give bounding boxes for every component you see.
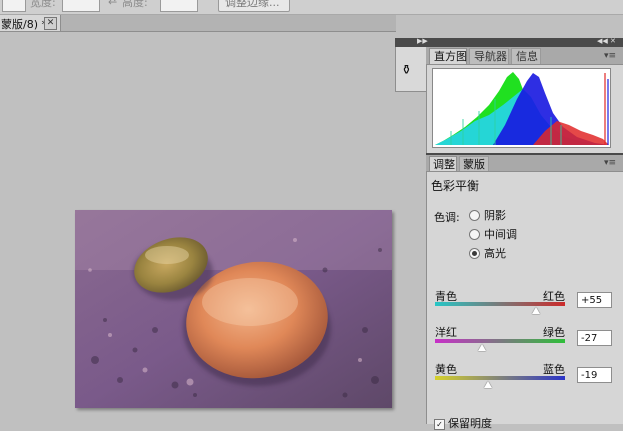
height-field[interactable]: [160, 0, 198, 12]
slider-yellow-blue-thumb[interactable]: [483, 381, 492, 388]
radio-shadows[interactable]: [469, 210, 480, 221]
preserve-luminosity-checkbox[interactable]: ✓: [434, 419, 445, 430]
slider-green-label: 绿色: [543, 326, 565, 339]
panel-menu-icon[interactable]: ▾≡: [604, 158, 616, 168]
slider-cyan-red-thumb[interactable]: [531, 307, 540, 314]
slider-magenta-label: 洋红: [435, 326, 457, 339]
tab-navigator[interactable]: 导航器: [469, 48, 509, 64]
radio-highlights-label: 高光: [484, 247, 506, 260]
radio-midtones-label: 中间调: [484, 228, 517, 241]
slider-yellow-blue-track[interactable]: [435, 376, 565, 380]
tab-adjustments[interactable]: 调整: [429, 156, 457, 171]
radio-highlights[interactable]: [469, 248, 480, 259]
canvas-image: [75, 210, 392, 408]
slider-magenta-green-track[interactable]: [435, 339, 565, 343]
tab-masks[interactable]: 蒙版: [459, 156, 489, 171]
double-arrow-left-icon[interactable]: ◀◀ ✕: [597, 37, 616, 45]
width-field-prefix[interactable]: [2, 0, 26, 12]
slider-yellow-blue-value[interactable]: -19: [577, 367, 612, 383]
tab-info[interactable]: 信息: [511, 48, 541, 64]
width-field[interactable]: [62, 0, 100, 12]
radio-shadows-label: 阴影: [484, 209, 506, 222]
slider-blue-label: 蓝色: [543, 363, 565, 376]
slider-cyan-red-track[interactable]: [435, 302, 565, 306]
document-tab-title: 蒙版/8) *: [1, 18, 47, 31]
options-bar: 宽度: ⇄ 高度: 调整边缘...: [0, 0, 623, 15]
adjustment-title: 色彩平衡: [431, 179, 480, 193]
swap-icon[interactable]: ⇄: [108, 0, 117, 7]
panel-menu-icon[interactable]: ▾≡: [604, 51, 616, 61]
double-arrow-right-icon[interactable]: ▶▶: [417, 37, 428, 45]
slider-magenta-green-thumb[interactable]: [478, 344, 487, 351]
slider-cyan-red-value[interactable]: +55: [577, 292, 612, 308]
preserve-luminosity-label: 保留明度: [448, 417, 492, 430]
tone-label: 色调:: [434, 211, 460, 224]
refine-edge-button[interactable]: 调整边缘...: [218, 0, 290, 12]
width-label: 宽度:: [30, 0, 56, 9]
slider-yellow-label: 黄色: [435, 363, 457, 376]
clone-stamp-icon[interactable]: ⚱: [401, 63, 412, 78]
close-icon[interactable]: ✕: [44, 17, 57, 30]
panel-dock-header[interactable]: [395, 38, 623, 47]
histogram-graph: [432, 68, 611, 148]
radio-midtones[interactable]: [469, 229, 480, 240]
tab-histogram[interactable]: 直方图: [429, 48, 467, 64]
height-label: 高度:: [122, 0, 148, 9]
slider-magenta-green-value[interactable]: -27: [577, 330, 612, 346]
